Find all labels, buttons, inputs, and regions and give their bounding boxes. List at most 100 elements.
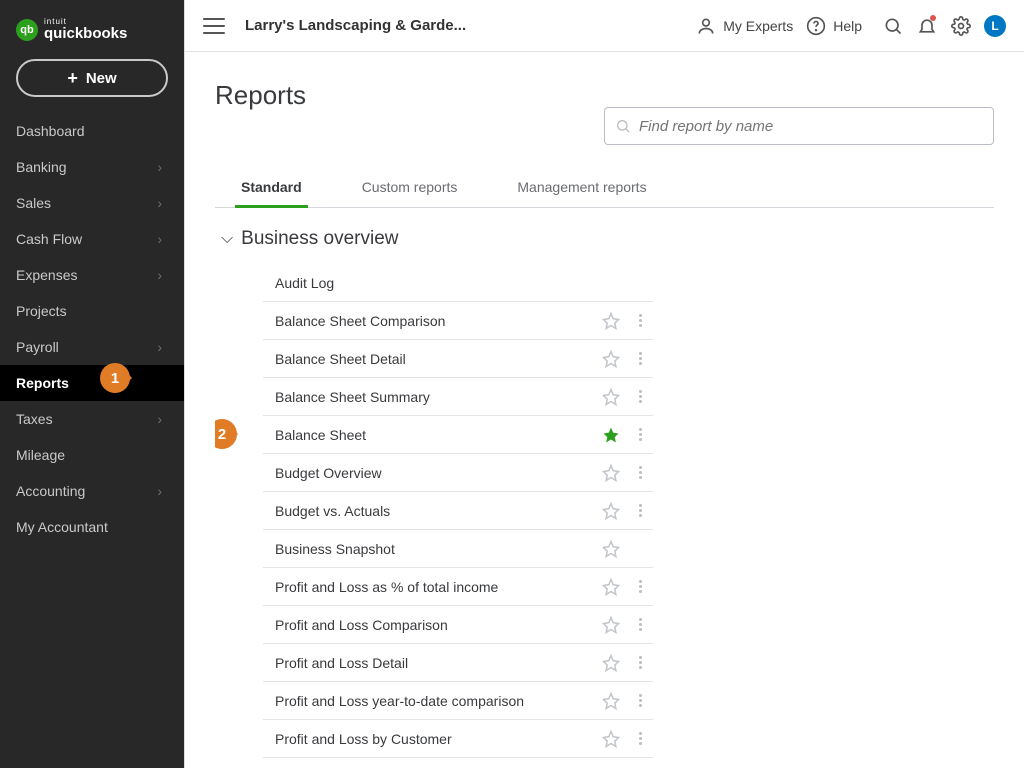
star-icon[interactable] xyxy=(601,729,621,749)
sidebar-item-label: Cash Flow xyxy=(16,231,82,247)
kebab-menu-icon[interactable] xyxy=(631,656,649,669)
kebab-menu-icon[interactable] xyxy=(631,618,649,631)
search-input[interactable] xyxy=(639,118,983,135)
report-scroll-area[interactable]: ⌵ Business overview Audit Log Balance She… xyxy=(215,222,994,768)
sidebar-item-sales[interactable]: Sales› xyxy=(0,185,184,221)
sidebar-item-projects[interactable]: Projects xyxy=(0,293,184,329)
section-header[interactable]: ⌵ Business overview xyxy=(215,222,988,264)
search-icon[interactable] xyxy=(882,15,904,37)
report-row[interactable]: Profit and Loss year-to-date comparison xyxy=(263,682,653,720)
star-icon[interactable] xyxy=(601,349,621,369)
star-icon[interactable] xyxy=(601,463,621,483)
kebab-menu-icon[interactable] xyxy=(631,580,649,593)
report-name: Business Snapshot xyxy=(275,541,601,557)
help-link[interactable]: Help xyxy=(805,15,862,37)
report-name: Balance Sheet xyxy=(275,427,601,443)
help-icon xyxy=(805,15,827,37)
report-name: Balance Sheet Comparison xyxy=(275,313,601,329)
chevron-right-icon: › xyxy=(157,267,168,283)
report-row[interactable]: Balance Sheet Summary xyxy=(263,378,653,416)
notification-bell-icon[interactable] xyxy=(916,15,938,37)
kebab-menu-icon[interactable] xyxy=(631,466,649,479)
report-name: Audit Log xyxy=(275,275,631,291)
qb-badge-icon: qb xyxy=(16,19,38,41)
new-button[interactable]: + New xyxy=(16,59,168,97)
chevron-down-icon: ⌵ xyxy=(221,230,233,248)
sidebar-item-label: Sales xyxy=(16,195,51,211)
chevron-right-icon: › xyxy=(157,483,168,499)
sidebar-item-label: Taxes xyxy=(16,411,53,427)
sidebar-item-label: Payroll xyxy=(16,339,59,355)
sidebar-item-label: Projects xyxy=(16,303,67,319)
tab-standard[interactable]: Standard xyxy=(235,169,308,208)
star-icon[interactable] xyxy=(601,577,621,597)
topbar: Larry's Landscaping & Garde... My Expert… xyxy=(185,0,1024,52)
kebab-menu-icon[interactable] xyxy=(631,428,649,441)
sidebar-item-banking[interactable]: Banking› xyxy=(0,149,184,185)
sidebar-item-taxes[interactable]: Taxes › xyxy=(0,401,184,437)
report-name: Profit and Loss Detail xyxy=(275,655,601,671)
kebab-menu-icon[interactable] xyxy=(631,314,649,327)
report-name: Balance Sheet Summary xyxy=(275,389,601,405)
my-experts-link[interactable]: My Experts xyxy=(695,15,793,37)
search-icon xyxy=(615,118,631,134)
report-search[interactable] xyxy=(604,107,994,145)
chevron-right-icon: › xyxy=(157,339,168,355)
kebab-menu-icon[interactable] xyxy=(631,694,649,707)
avatar[interactable]: L xyxy=(984,15,1006,37)
report-row[interactable]: Profit and Loss Detail xyxy=(263,644,653,682)
person-icon xyxy=(695,15,717,37)
plus-icon: + xyxy=(67,68,78,89)
report-row[interactable]: Profit and Loss by Customer xyxy=(263,720,653,758)
report-row[interactable]: Profit and Loss as % of total income xyxy=(263,568,653,606)
tabs: Standard Custom reports Management reports xyxy=(215,169,994,208)
star-icon[interactable] xyxy=(601,425,621,445)
sidebar-item-reports[interactable]: Reports1 xyxy=(0,365,184,401)
sidebar-item-payroll[interactable]: Payroll › xyxy=(0,329,184,365)
sidebar-item-expenses[interactable]: Expenses› xyxy=(0,257,184,293)
report-row[interactable]: Audit Log xyxy=(263,264,653,302)
sidebar: qb intuit quickbooks + New DashboardBank… xyxy=(0,0,184,768)
report-row[interactable]: Budget Overview xyxy=(263,454,653,492)
tab-management-reports[interactable]: Management reports xyxy=(511,169,652,207)
sidebar-item-dashboard[interactable]: Dashboard xyxy=(0,113,184,149)
callout-badge-2: 2 xyxy=(215,419,237,449)
report-name: Profit and Loss year-to-date comparison xyxy=(275,693,601,709)
star-icon[interactable] xyxy=(601,653,621,673)
star-icon[interactable] xyxy=(601,387,621,407)
report-row[interactable]: Balance Sheet Detail xyxy=(263,340,653,378)
report-name: Profit and Loss by Customer xyxy=(275,731,601,747)
tab-custom-reports[interactable]: Custom reports xyxy=(356,169,464,207)
kebab-menu-icon[interactable] xyxy=(631,352,649,365)
report-list: Audit Log Balance Sheet Comparison Balance… xyxy=(263,264,653,758)
kebab-menu-icon[interactable] xyxy=(631,390,649,403)
sidebar-item-label: Accounting xyxy=(16,483,85,499)
report-row[interactable]: Business Snapshot xyxy=(263,530,653,568)
new-button-label: New xyxy=(86,70,117,87)
kebab-menu-icon[interactable] xyxy=(631,732,649,745)
chevron-right-icon: › xyxy=(157,411,168,427)
section-title: Business overview xyxy=(241,228,398,250)
sidebar-item-label: My Accountant xyxy=(16,519,108,535)
report-row[interactable]: Profit and Loss Comparison xyxy=(263,606,653,644)
star-icon[interactable] xyxy=(601,311,621,331)
sidebar-item-accounting[interactable]: Accounting › xyxy=(0,473,184,509)
star-icon[interactable] xyxy=(601,539,621,559)
report-row[interactable]: Budget vs. Actuals xyxy=(263,492,653,530)
star-icon[interactable] xyxy=(601,691,621,711)
company-name[interactable]: Larry's Landscaping & Garde... xyxy=(245,17,466,34)
report-row[interactable]: Balance Sheet Comparison xyxy=(263,302,653,340)
page: Reports StandardCustom reportsManagement… xyxy=(185,52,1024,768)
kebab-menu-icon[interactable] xyxy=(631,504,649,517)
chevron-right-icon: › xyxy=(157,159,168,175)
sidebar-item-cash-flow[interactable]: Cash Flow› xyxy=(0,221,184,257)
star-icon[interactable] xyxy=(601,501,621,521)
report-row[interactable]: 2Balance Sheet xyxy=(263,416,653,454)
report-name: Profit and Loss Comparison xyxy=(275,617,601,633)
sidebar-item-my-accountant[interactable]: My Accountant xyxy=(0,509,184,545)
star-icon[interactable] xyxy=(601,615,621,635)
hamburger-icon[interactable] xyxy=(203,18,225,34)
gear-icon[interactable] xyxy=(950,15,972,37)
sidebar-item-label: Reports xyxy=(16,375,69,391)
sidebar-item-mileage[interactable]: Mileage xyxy=(0,437,184,473)
